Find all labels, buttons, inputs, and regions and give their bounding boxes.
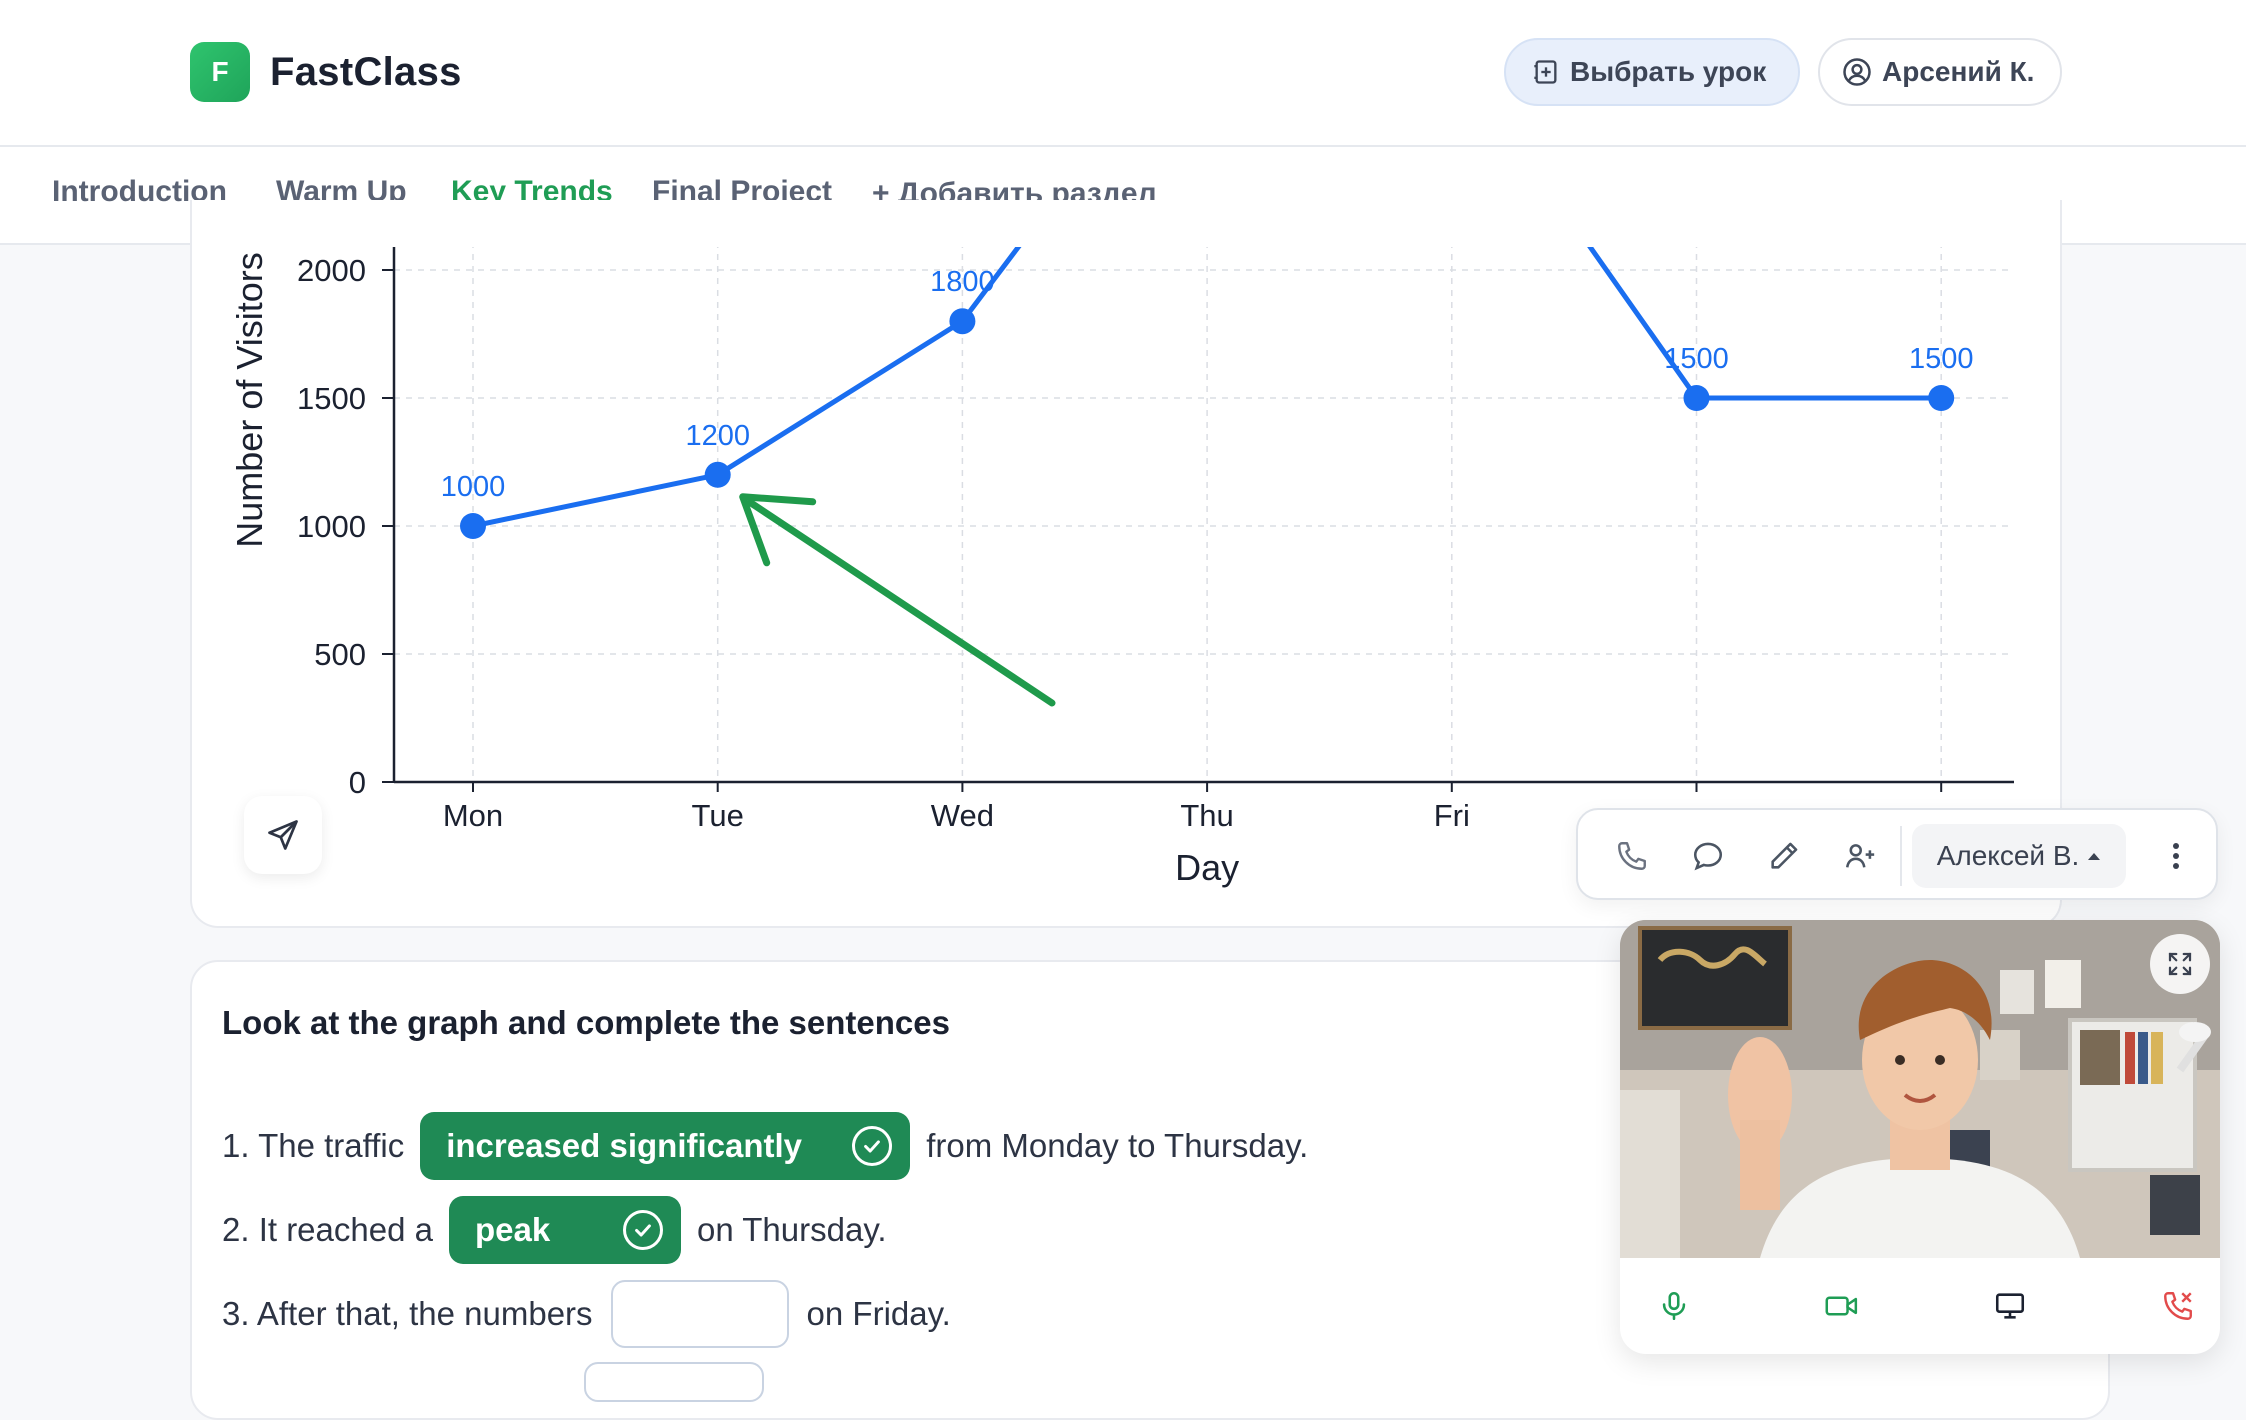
video-call-panel <box>1620 920 2220 1354</box>
check-icon <box>622 1210 663 1250</box>
phone-icon[interactable] <box>1612 836 1652 876</box>
end-call-icon[interactable] <box>2156 1284 2200 1328</box>
participant-select[interactable]: Алексей В. <box>1912 824 2126 888</box>
sentence-1-after: from Monday to Thursday. <box>926 1127 1309 1164</box>
sentence-2: 2. It reached a peak on Thursday. <box>222 1196 887 1264</box>
answer-2-text: peak <box>474 1211 551 1248</box>
answer-input-4[interactable] <box>584 1362 764 1402</box>
participant-name: Алексей В. <box>1936 840 2080 871</box>
send-button[interactable] <box>244 796 322 874</box>
exercise-title: Look at the graph and complete the sente… <box>222 1004 950 1041</box>
sentence-3-after: on Friday. <box>806 1295 951 1332</box>
sentence-3: 3. After that, the numbers on Friday. <box>222 1280 951 1348</box>
answer-chip-2[interactable]: peak <box>448 1196 681 1264</box>
choose-lesson-button[interactable]: Выбрать урок <box>1504 38 1800 106</box>
screen-share-icon[interactable] <box>1988 1284 2032 1328</box>
fullscreen-icon <box>2168 952 2192 976</box>
sentence-1-before: 1. The traffic <box>222 1127 405 1164</box>
sentence-1: 1. The traffic increased significantly f… <box>222 1112 1308 1180</box>
user-menu-button[interactable]: Арсений К. <box>1818 38 2062 106</box>
sentence-2-before: 2. It reached a <box>222 1211 433 1248</box>
chat-icon[interactable] <box>1688 836 1728 876</box>
answer-chip-1[interactable]: increased significantly <box>420 1112 911 1180</box>
sentence-2-after: on Thursday. <box>696 1211 887 1248</box>
user-name: Арсений К. <box>1882 56 2035 87</box>
check-icon <box>852 1126 893 1166</box>
app-name: FastClass <box>270 49 462 94</box>
add-user-icon[interactable] <box>1840 836 1880 876</box>
toolbar-divider <box>1900 826 1902 886</box>
logo-badge: F <box>190 42 250 102</box>
app-header: F FastClass Выбрать урок Арсений К. <box>0 0 2246 147</box>
more-options-icon[interactable] <box>2156 836 2196 876</box>
microphone-icon[interactable] <box>1652 1284 1696 1328</box>
app-logo[interactable]: F FastClass <box>190 42 462 102</box>
sentence-3-before: 3. After that, the numbers <box>222 1295 593 1332</box>
lesson-icon <box>1534 60 1557 84</box>
pencil-icon[interactable] <box>1764 836 1804 876</box>
participant-video <box>1620 920 2220 1258</box>
answer-input-3[interactable] <box>610 1280 789 1348</box>
user-circle-icon <box>1843 58 1871 86</box>
choose-lesson-label: Выбрать урок <box>1570 56 1767 87</box>
send-icon <box>268 820 298 850</box>
expand-video-button[interactable] <box>2150 934 2210 994</box>
answer-1-text: increased significantly <box>446 1127 803 1164</box>
camera-icon[interactable] <box>1820 1284 1864 1328</box>
call-toolbar: Алексей В. <box>1576 808 2218 900</box>
caret-up-icon <box>2088 853 2101 860</box>
